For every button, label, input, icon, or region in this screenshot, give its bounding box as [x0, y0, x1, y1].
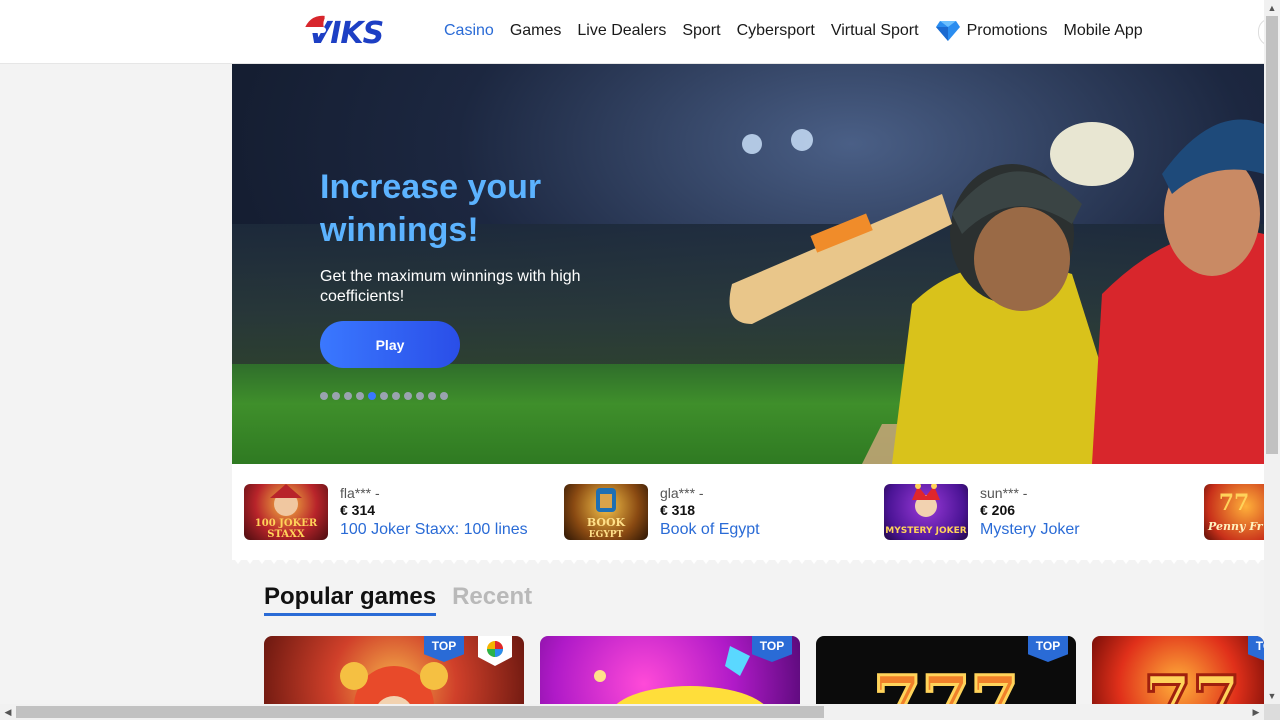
winner-username: gla*** - — [660, 485, 704, 501]
nav-promotions[interactable]: Promotions — [935, 20, 1048, 42]
svg-text:77: 77 — [1219, 490, 1250, 516]
scroll-left-arrow-icon[interactable]: ◀ — [0, 704, 16, 720]
play-button[interactable]: Play — [320, 321, 460, 368]
promotions-label: Promotions — [966, 22, 1048, 39]
main-nav: Casino Games Live Dealers Sport Cyberspo… — [444, 20, 1159, 42]
tab-popular-games[interactable]: Popular games — [264, 583, 437, 616]
recent-winners: 100 JOKER STAXX fla*** - € 314 100 Joker… — [232, 464, 1264, 560]
carousel-dot[interactable] — [356, 392, 364, 400]
mystery-joker-art: MYSTERY JOKER — [885, 484, 967, 536]
hero-title: Increase your winnings! — [320, 168, 542, 249]
tab-recent[interactable]: Recent — [452, 583, 532, 616]
winner-amount: € 318 — [660, 502, 696, 518]
winner-username: fla*** - — [340, 485, 380, 501]
casino-page: VIKS Casino Games Live Dealers Sport Cyb… — [0, 0, 1280, 720]
nav-games[interactable]: Games — [510, 20, 562, 42]
game-thumbnail: 77 Penny Fr — [1204, 484, 1264, 540]
game-thumbnail: 100 JOKER STAXX — [244, 484, 328, 540]
game-thumbnail: MYSTERY JOKER — [884, 484, 968, 540]
carousel-dots — [320, 392, 448, 400]
nav-sport[interactable]: Sport — [682, 20, 720, 42]
scrollbar-corner — [1264, 704, 1280, 720]
scroll-down-arrow-icon[interactable]: ▼ — [1264, 688, 1280, 704]
vertical-scroll-thumb[interactable] — [1266, 16, 1278, 454]
winner-game-link[interactable]: Mystery Joker — [980, 521, 1080, 539]
carousel-dot[interactable] — [392, 392, 400, 400]
viks-logo[interactable]: VIKS — [302, 12, 394, 54]
site-header: VIKS Casino Games Live Dealers Sport Cyb… — [0, 0, 1280, 64]
left-sidebar — [0, 64, 232, 704]
penny-fruits-art: 77 Penny Fr — [1207, 490, 1264, 533]
winner-amount: € 206 — [980, 502, 1016, 518]
carousel-dot[interactable] — [320, 392, 328, 400]
cricket-players-illustration — [729, 119, 1264, 464]
vertical-scrollbar[interactable]: ▲ ▼ — [1264, 0, 1280, 704]
book-of-egypt-art: BOOK EGYPT — [587, 488, 626, 540]
svg-text:MYSTERY JOKER: MYSTERY JOKER — [885, 526, 966, 536]
hero-banner: Increase your winnings! Get the maximum … — [232, 64, 1264, 464]
santa-hat-icon — [302, 13, 332, 33]
thumb-label: Penny Fr — [1207, 520, 1264, 533]
zigzag-divider — [232, 556, 1264, 566]
nav-live-dealers[interactable]: Live Dealers — [577, 20, 666, 42]
winner-game-link[interactable]: 100 Joker Staxx: 100 lines — [340, 521, 528, 539]
winner-game-link[interactable]: Book of Egypt — [660, 521, 760, 539]
svg-text:100 JOKER: 100 JOKER — [255, 518, 318, 529]
carousel-dot[interactable] — [416, 392, 424, 400]
carousel-dot[interactable] — [332, 392, 340, 400]
carousel-dot[interactable] — [428, 392, 436, 400]
nav-virtual-sport[interactable]: Virtual Sport — [831, 20, 919, 42]
winner-username: sun*** - — [980, 485, 1028, 501]
svg-text:EGYPT: EGYPT — [589, 530, 624, 540]
diamond-icon — [935, 21, 960, 41]
hero-subtitle: Get the maximum winnings with high coeff… — [320, 268, 581, 305]
carousel-dot[interactable] — [440, 392, 448, 400]
carousel-dot[interactable] — [404, 392, 412, 400]
carousel-dot[interactable] — [380, 392, 388, 400]
scroll-right-arrow-icon[interactable]: ▶ — [1248, 704, 1264, 720]
carousel-dot[interactable] — [344, 392, 352, 400]
joker-staxx-art: 100 JOKER STAXX — [255, 484, 318, 540]
nav-cybersport[interactable]: Cybersport — [737, 20, 815, 42]
carousel-dot[interactable] — [368, 392, 376, 400]
nav-casino[interactable]: Casino — [444, 20, 494, 42]
svg-text:STAXX: STAXX — [267, 529, 305, 540]
nav-mobile-app[interactable]: Mobile App — [1064, 20, 1143, 42]
svg-text:BOOK: BOOK — [587, 516, 626, 529]
horizontal-scrollbar[interactable]: ◀ ▶ — [0, 704, 1264, 720]
winner-amount: € 314 — [340, 502, 376, 518]
game-thumbnail: BOOK EGYPT — [564, 484, 648, 540]
horizontal-scroll-thumb[interactable] — [16, 706, 824, 718]
scroll-up-arrow-icon[interactable]: ▲ — [1264, 0, 1280, 16]
game-tabs: Popular games Recent — [264, 583, 532, 616]
